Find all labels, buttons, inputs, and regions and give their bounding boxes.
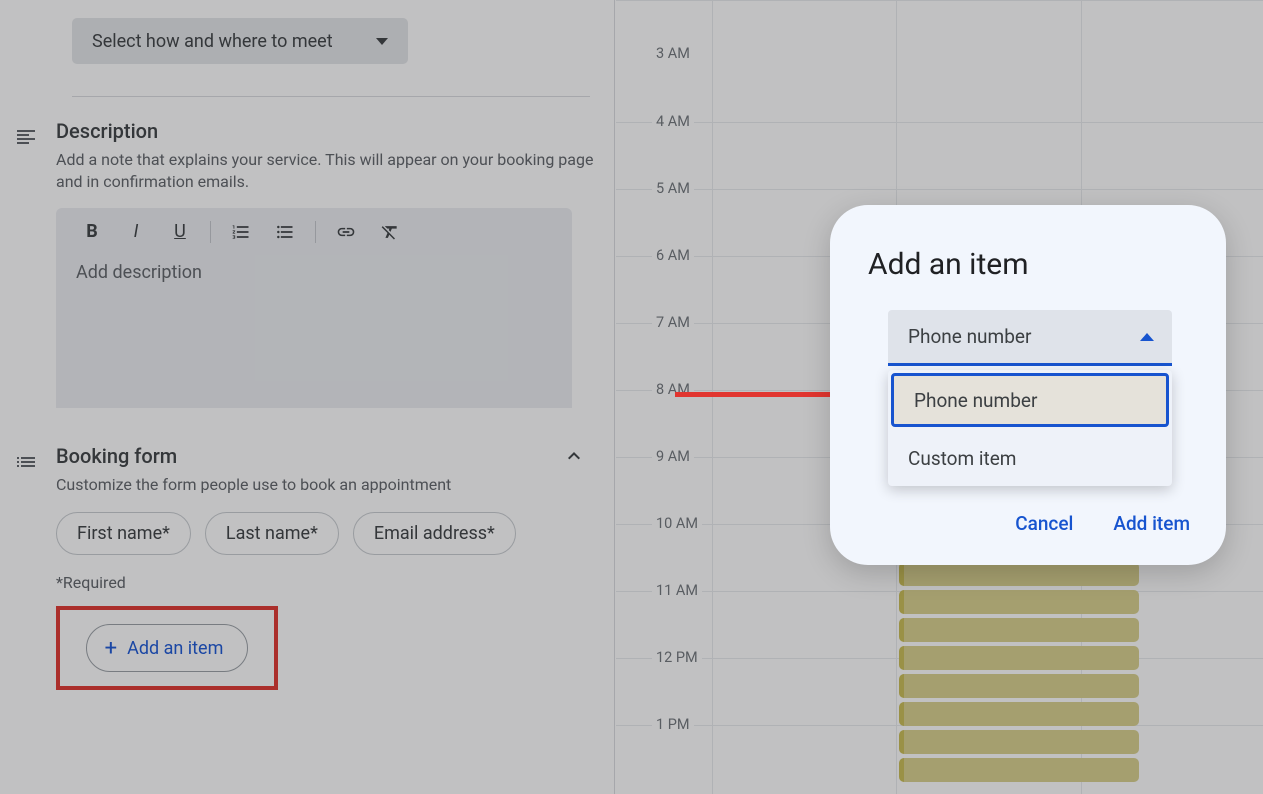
dropdown-option-phone[interactable]: Phone number: [891, 373, 1169, 427]
selected-value: Phone number: [908, 325, 1031, 348]
caret-up-icon: [1140, 333, 1154, 341]
item-type-select[interactable]: Phone number: [888, 310, 1172, 366]
dropdown-option-custom[interactable]: Custom item: [888, 430, 1172, 486]
cancel-button[interactable]: Cancel: [1015, 512, 1073, 535]
item-type-dropdown: Phone number Custom item: [888, 370, 1172, 486]
add-item-dialog: Add an item Phone number Phone number Cu…: [830, 205, 1226, 565]
add-item-confirm-button[interactable]: Add item: [1113, 512, 1190, 535]
dialog-title: Add an item: [868, 247, 1188, 282]
